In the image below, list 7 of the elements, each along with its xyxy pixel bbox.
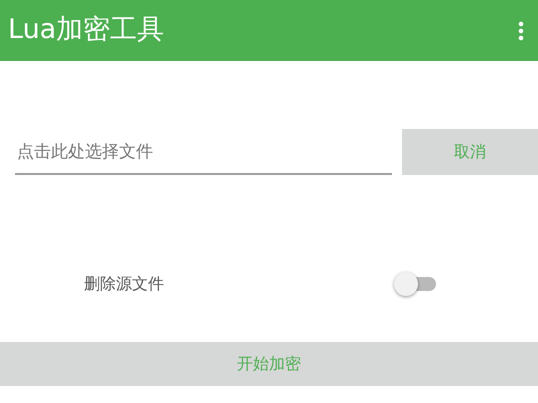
file-input-field[interactable]: 点击此处选择文件 — [15, 129, 392, 175]
more-options-icon[interactable] — [518, 20, 524, 40]
app-title: Lua加密工具 — [8, 13, 164, 48]
start-encrypt-button[interactable]: 开始加密 — [0, 342, 538, 386]
cancel-button[interactable]: 取消 — [402, 129, 538, 175]
delete-source-label: 删除源文件 — [84, 273, 165, 295]
delete-source-switch[interactable] — [394, 271, 436, 297]
